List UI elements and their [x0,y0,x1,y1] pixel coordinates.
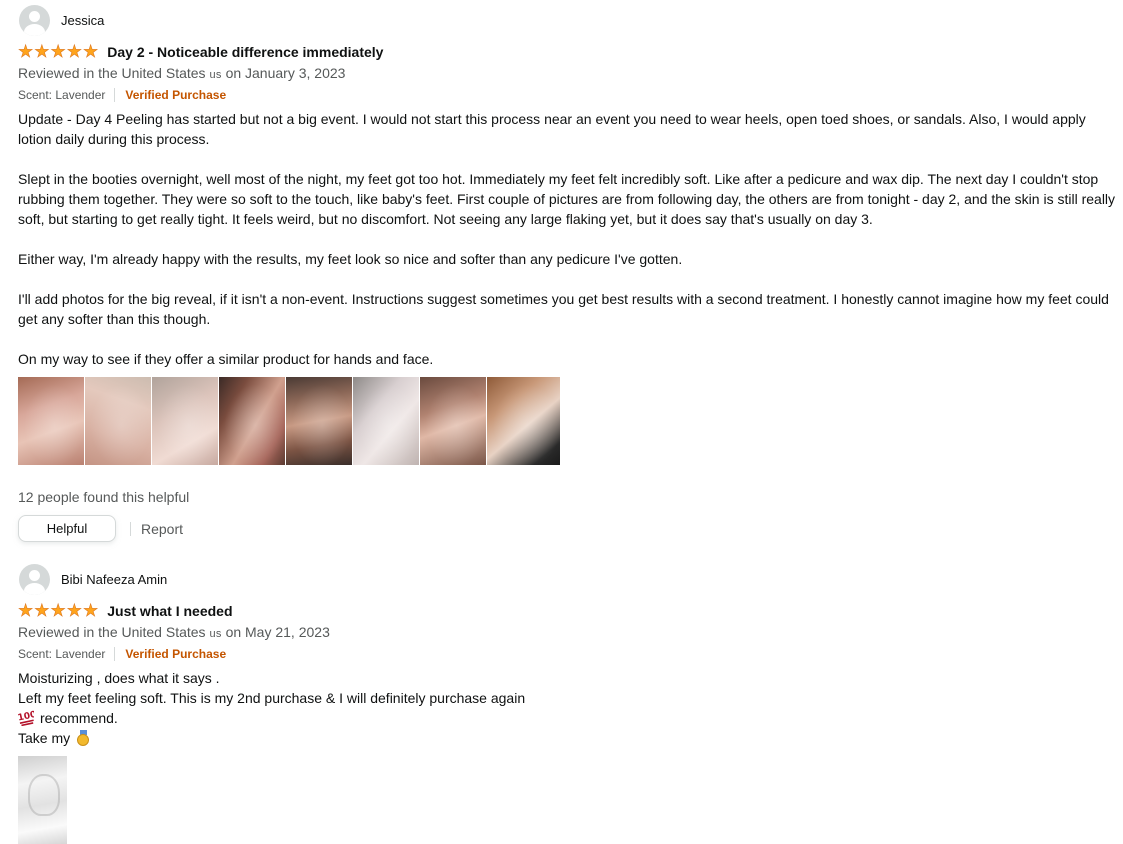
hundred-points-icon: 100 [18,710,34,726]
review-image-thumbnail[interactable] [286,377,352,465]
star-icon: ★ [50,601,66,620]
review-image-thumbnail[interactable] [18,756,67,844]
review-image-gallery [18,377,1123,465]
divider [114,647,116,661]
reviewer-profile[interactable]: Bibi Nafeeza Amin [18,563,1123,595]
review-line: Moisturizing , does what it says . [18,670,220,686]
star-icon: ★ [66,601,82,620]
review-line: Left my feet feeling soft. This is my 2n… [18,690,526,706]
review-card: Bibi Nafeeza Amin ★ ★ ★ ★ ★ Just what I … [18,563,1123,844]
review-image-thumbnail[interactable] [219,377,285,465]
review-title[interactable]: Day 2 - Noticeable difference immediatel… [107,44,383,60]
review-date: Reviewed in the United States us on Janu… [18,65,346,81]
review-line: Take my [18,728,1123,748]
medal-icon [76,730,91,746]
divider [114,88,116,102]
report-link[interactable]: Report [141,521,183,537]
star-icon: ★ [34,601,50,620]
review-paragraph: Update - Day 4 Peeling has started but n… [18,111,1086,147]
star-icon: ★ [83,601,99,620]
review-paragraph: Either way, I'm already happy with the r… [18,251,683,267]
review-image-thumbnail[interactable] [420,377,486,465]
review-image-thumbnail[interactable] [353,377,419,465]
review-image-thumbnail[interactable] [85,377,151,465]
star-icon: ★ [18,42,34,61]
star-icon: ★ [18,601,34,620]
review-image-thumbnail[interactable] [152,377,218,465]
star-icon: ★ [83,42,99,61]
divider [130,521,131,536]
star-icon: ★ [50,42,66,61]
review-body: Moisturizing , does what it says . Left … [18,668,1123,748]
verified-purchase-badge: Verified Purchase [125,88,227,102]
star-icon: ★ [34,42,50,61]
review-paragraph: On my way to see if they offer a similar… [18,351,434,367]
review-line: 100 recommend. [18,710,118,726]
review-image-thumbnail[interactable] [18,377,84,465]
scent-variant[interactable]: Scent: Lavender [18,85,105,105]
avatar-icon [19,4,50,36]
review-date: Reviewed in the United States us on May … [18,624,330,640]
review-card: Jessica ★ ★ ★ ★ ★ Day 2 - Noticeable dif… [18,4,1123,542]
reviewer-profile[interactable]: Jessica [18,4,1123,36]
review-paragraph: Slept in the booties overnight, well mos… [18,171,1116,227]
helpful-button[interactable]: Helpful [18,515,116,542]
verified-purchase-badge: Verified Purchase [125,647,227,661]
reviewer-name[interactable]: Jessica [61,13,104,28]
helpful-count: 12 people found this helpful [18,489,190,505]
review-body: Update - Day 4 Peeling has started but n… [18,109,1123,369]
avatar-icon [19,563,50,595]
star-icon: ★ [66,42,82,61]
review-title[interactable]: Just what I needed [107,603,232,619]
star-rating[interactable]: ★ ★ ★ ★ ★ [18,601,99,620]
scent-variant[interactable]: Scent: Lavender [18,644,105,664]
review-paragraph: I'll add photos for the big reveal, if i… [18,291,1109,327]
review-image-thumbnail[interactable] [487,377,560,465]
star-rating[interactable]: ★ ★ ★ ★ ★ [18,42,99,61]
reviewer-name[interactable]: Bibi Nafeeza Amin [61,572,167,587]
